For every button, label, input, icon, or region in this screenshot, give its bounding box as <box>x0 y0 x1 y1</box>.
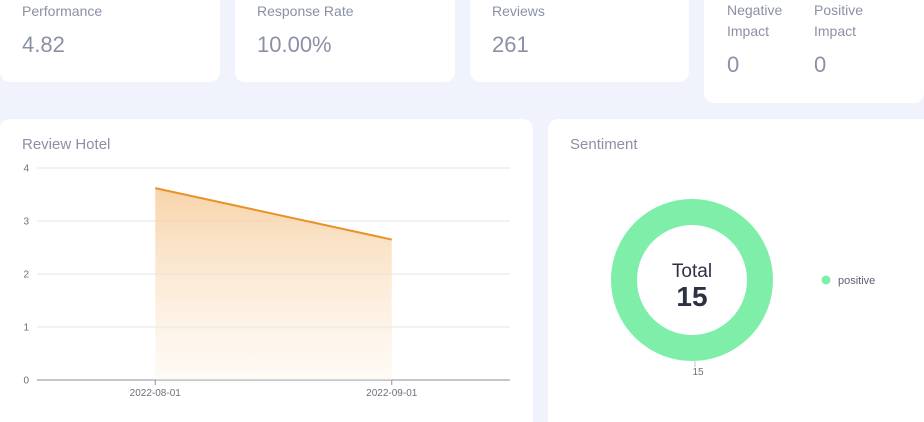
y-tick-label: 0 <box>23 376 29 387</box>
performance-value: 4.82 <box>22 32 65 57</box>
negative-impact-value: 0 <box>727 52 740 77</box>
review-hotel-chart: 0 1 2 3 4 2022-08-01 2022-09-01 <box>23 164 510 399</box>
donut-total-value: 15 <box>676 281 707 312</box>
y-tick-label: 2 <box>23 270 29 281</box>
slice-value-label: 15 <box>692 367 704 378</box>
positive-impact-value: 0 <box>814 52 827 77</box>
response-rate-card: Response Rate 10.00% <box>235 0 455 82</box>
positive-impact-label: Positive Impact <box>814 2 864 39</box>
response-rate-label: Response Rate <box>257 3 354 19</box>
performance-card: Performance 4.82 <box>0 0 220 82</box>
reviews-value: 261 <box>492 32 529 57</box>
donut-total-label: Total <box>672 261 712 282</box>
reviews-card: Reviews 261 <box>470 0 689 82</box>
legend-positive-label[interactable]: positive <box>838 275 875 287</box>
y-tick-label: 3 <box>23 217 29 228</box>
performance-label: Performance <box>22 3 103 19</box>
response-rate-value: 10.00% <box>257 32 332 57</box>
legend-positive-swatch[interactable] <box>821 275 831 285</box>
sentiment-donut-chart: 15 Total 15 positive <box>611 199 875 378</box>
x-tick-label: 2022-09-01 <box>366 388 418 399</box>
reviews-label: Reviews <box>492 3 545 19</box>
y-tick-label: 4 <box>23 164 29 175</box>
impact-card: Negative Impact 0 Positive Impact 0 <box>704 0 924 103</box>
series-area <box>155 188 392 380</box>
x-tick-label: 2022-08-01 <box>130 388 182 399</box>
y-tick-label: 1 <box>23 323 29 334</box>
negative-impact-label: Negative Impact <box>727 2 783 39</box>
